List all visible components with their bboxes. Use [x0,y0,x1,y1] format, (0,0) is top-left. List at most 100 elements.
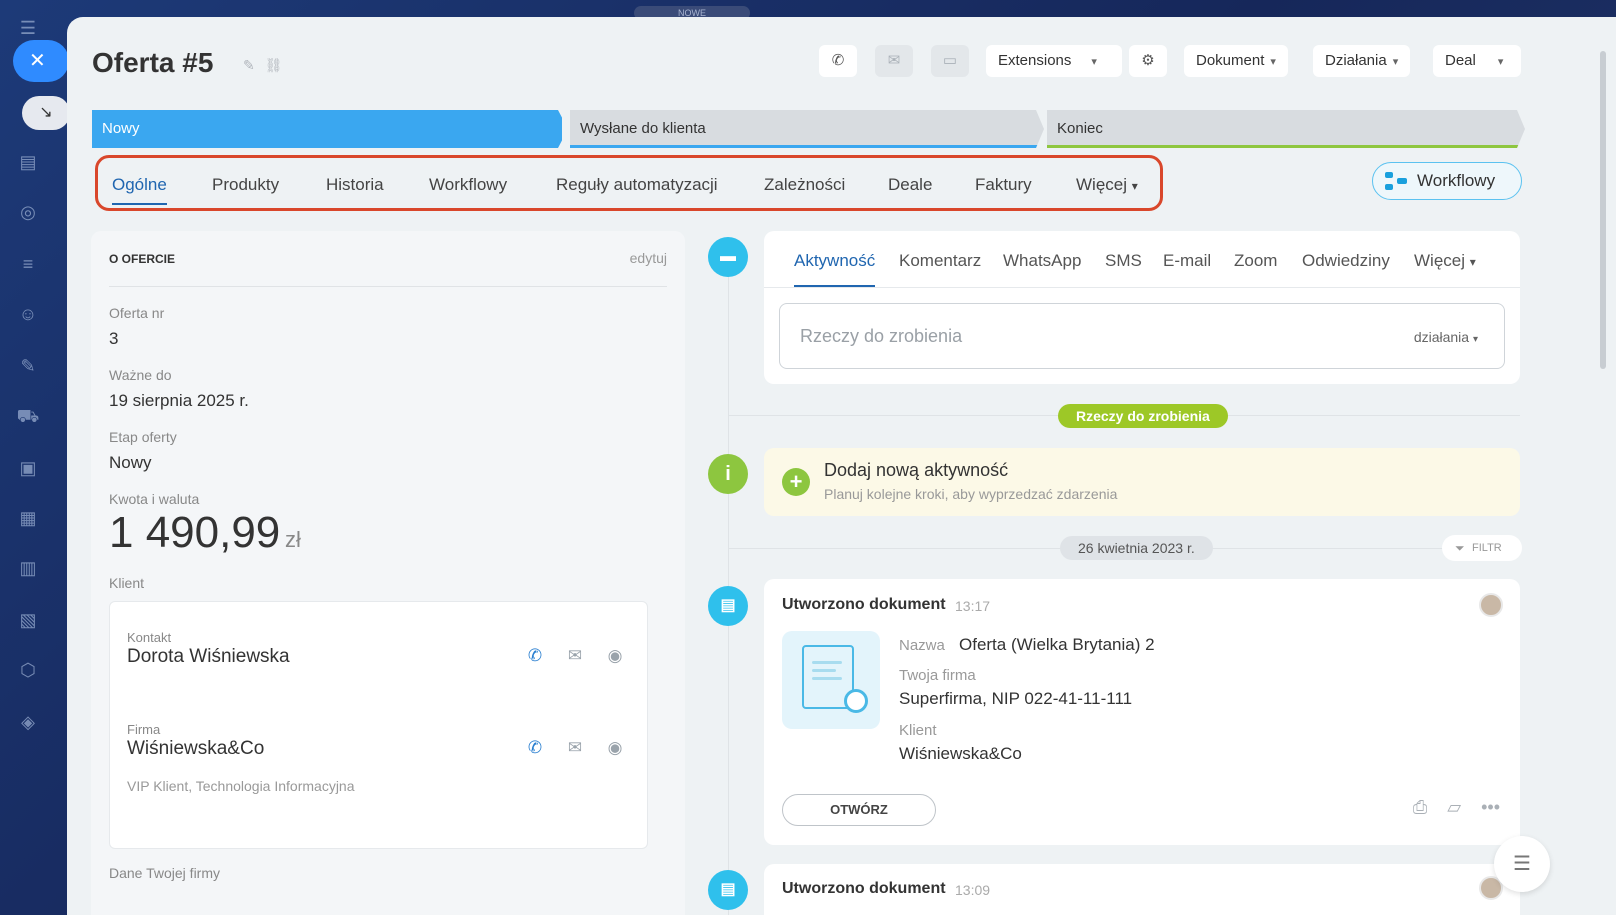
target-icon[interactable]: ◎ [14,200,42,224]
tab-workflowy[interactable]: Workflowy [429,175,507,195]
tab-ogolne[interactable]: Ogólne [112,175,167,205]
tab-komentarz[interactable]: Komentarz [899,251,981,271]
dokument-button[interactable]: Dokument ▾ [1184,45,1288,77]
add-activity-subtitle: Planuj kolejne kroki, aby wyprzedzać zda… [824,486,1118,502]
field-value-offer-number[interactable]: 3 [109,329,118,349]
document-icon: ▤ [708,870,748,910]
tab-zaleznosci[interactable]: Zależności [764,175,845,195]
client-box: Kontakt Dorota Wiśniewska ✆ ✉ ◉ Firma Wi… [109,601,648,849]
doc-title: Utworzono dokument [782,596,946,613]
chart-icon[interactable]: ▥ [14,556,42,580]
document-preview-icon[interactable] [782,631,880,729]
todo-input[interactable]: Rzeczy do zrobienia działania ▾ [779,303,1505,369]
chevron-down-icon: ▾ [1392,56,1399,68]
filter-icon: ⏷ [1455,541,1465,555]
phone-icon[interactable]: ✆ [524,737,546,759]
workflow-start-button[interactable]: Workflowy [1372,162,1522,200]
deal-slider-panel: Oferta #5 ✎⛓ ✆ ✉ ▭ Extensions ▾ ⚙ Dokumen… [67,17,1616,915]
company-label: Firma [127,722,161,737]
doc-name-label: Nazwa [899,637,945,654]
tab-whatsapp[interactable]: WhatsApp [1003,251,1081,271]
open-button[interactable]: OTWÓRZ [782,794,936,826]
more-icon[interactable]: ••• [1481,797,1500,817]
avatar[interactable] [1479,593,1503,617]
field-value-stage[interactable]: Nowy [109,453,152,473]
doc-name-value[interactable]: Oferta (Wielka Brytania) 2 [959,635,1155,655]
shield-icon[interactable]: ⬡ [14,658,42,682]
tab-wiecej[interactable]: Więcej ▾ [1076,175,1138,195]
field-value-valid-until[interactable]: 19 sierpnia 2025 r. [109,391,249,411]
company-name[interactable]: Wiśniewska&Co [127,738,264,760]
extensions-button[interactable]: Extensions ▾ [986,45,1122,77]
contact-actions: ✆ ✉ ◉ [524,645,634,667]
doc-time: 13:17 [955,598,991,614]
tab-wiecej[interactable]: Więcej ▾ [1414,251,1476,271]
tab-historia[interactable]: Historia [326,175,384,195]
currency: zł [285,527,301,552]
link-icon[interactable]: ⛓ [265,57,293,73]
minimize-slider-button[interactable]: ↘ [22,96,70,130]
doc-company-value: Superfirma, NIP 022-41-11-111 [899,689,1133,708]
contact-name[interactable]: Dorota Wiśniewska [127,646,290,668]
amount-value[interactable]: 1 490,99 [109,508,280,558]
tab-email[interactable]: E-mail [1163,251,1211,271]
page-title: Oferta #5 [92,47,214,78]
list-menu-button[interactable]: ☰ [1494,836,1550,892]
stage-nowy[interactable]: Nowy [92,110,562,148]
doc-client-value[interactable]: Wiśniewska&Co [899,744,1022,764]
tab-faktury[interactable]: Faktury [975,175,1032,195]
tab-sms[interactable]: SMS [1105,251,1142,271]
document-icon: ▤ [708,586,748,626]
company-actions: ✆ ✉ ◉ [524,737,634,759]
call-button[interactable]: ✆ [819,45,857,77]
close-slider-button[interactable]: ✕ [13,40,69,82]
pipeline-stages: Nowy Wysłane do klienta Koniec [92,110,1544,148]
tab-odwiedziny[interactable]: Odwiedziny [1302,251,1390,271]
list-icon: ☰ [1513,853,1531,875]
title-actions: ✎⛓ [243,57,293,74]
stage-koniec[interactable]: Koniec [1047,110,1525,148]
stage-wyslane[interactable]: Wysłane do klienta [570,110,1044,148]
edit-link[interactable]: edytuj [630,250,667,266]
chat-icon[interactable]: ◉ [604,645,626,667]
phone-icon: ✆ [831,52,845,69]
about-card: O OFERCIE edytuj Oferta nr 3 Ważne do 19… [91,231,685,915]
cart-icon[interactable]: ⛟ [14,404,42,428]
todo-actions-dropdown[interactable]: działania ▾ [1414,329,1478,345]
chat-icon[interactable]: ◉ [604,737,626,759]
settings-button[interactable]: ⚙ [1129,45,1167,77]
activity-editor: Aktywność Komentarz WhatsApp SMS E-mail … [764,231,1520,384]
email-button[interactable]: ✉ [875,45,913,77]
envelope-icon[interactable]: ✉ [564,645,586,667]
filter-button[interactable]: ⏷ FILTR [1442,535,1522,561]
cube-icon[interactable]: ◈ [14,710,42,734]
divider [109,286,667,287]
edit-pencil-icon[interactable]: ✎ [243,57,265,73]
robot-icon[interactable]: ☺ [14,302,42,326]
dzialania-button[interactable]: Działania ▾ [1313,45,1411,77]
note-icon[interactable]: ▱ [1447,797,1461,817]
document-edit-icon[interactable]: ▧ [14,608,42,632]
feed-icon[interactable]: ▤ [14,150,42,174]
chat-button[interactable]: ▭ [931,45,969,77]
divider [764,287,1520,288]
tab-aktywnosc[interactable]: Aktywność [794,251,876,287]
funnel-icon[interactable]: ≡ [14,252,42,276]
tab-produkty[interactable]: Produkty [212,175,279,195]
tab-zoom[interactable]: Zoom [1234,251,1277,271]
date-separator: 26 kwietnia 2023 r. [1060,536,1213,560]
tab-deale[interactable]: Deale [888,175,932,195]
workflow-icon [1385,172,1407,190]
store-icon[interactable]: ▣ [14,456,42,480]
add-activity-card[interactable]: + Dodaj nową aktywność Planuj kolejne kr… [764,448,1520,516]
about-heading: O OFERCIE [109,252,176,266]
envelope-icon[interactable]: ✉ [564,737,586,759]
phone-icon[interactable]: ✆ [524,645,546,667]
print-icon[interactable]: ⎙ [1413,797,1427,817]
scrollbar[interactable] [1600,51,1606,369]
tab-reguly-automatyzacji[interactable]: Reguły automatyzacji [556,175,718,195]
menu-icon[interactable]: ☰ [14,16,42,40]
deal-button[interactable]: Deal ▾ [1433,45,1521,77]
pencil-icon[interactable]: ✎ [14,354,42,378]
calendar-icon[interactable]: ▦ [14,506,42,530]
